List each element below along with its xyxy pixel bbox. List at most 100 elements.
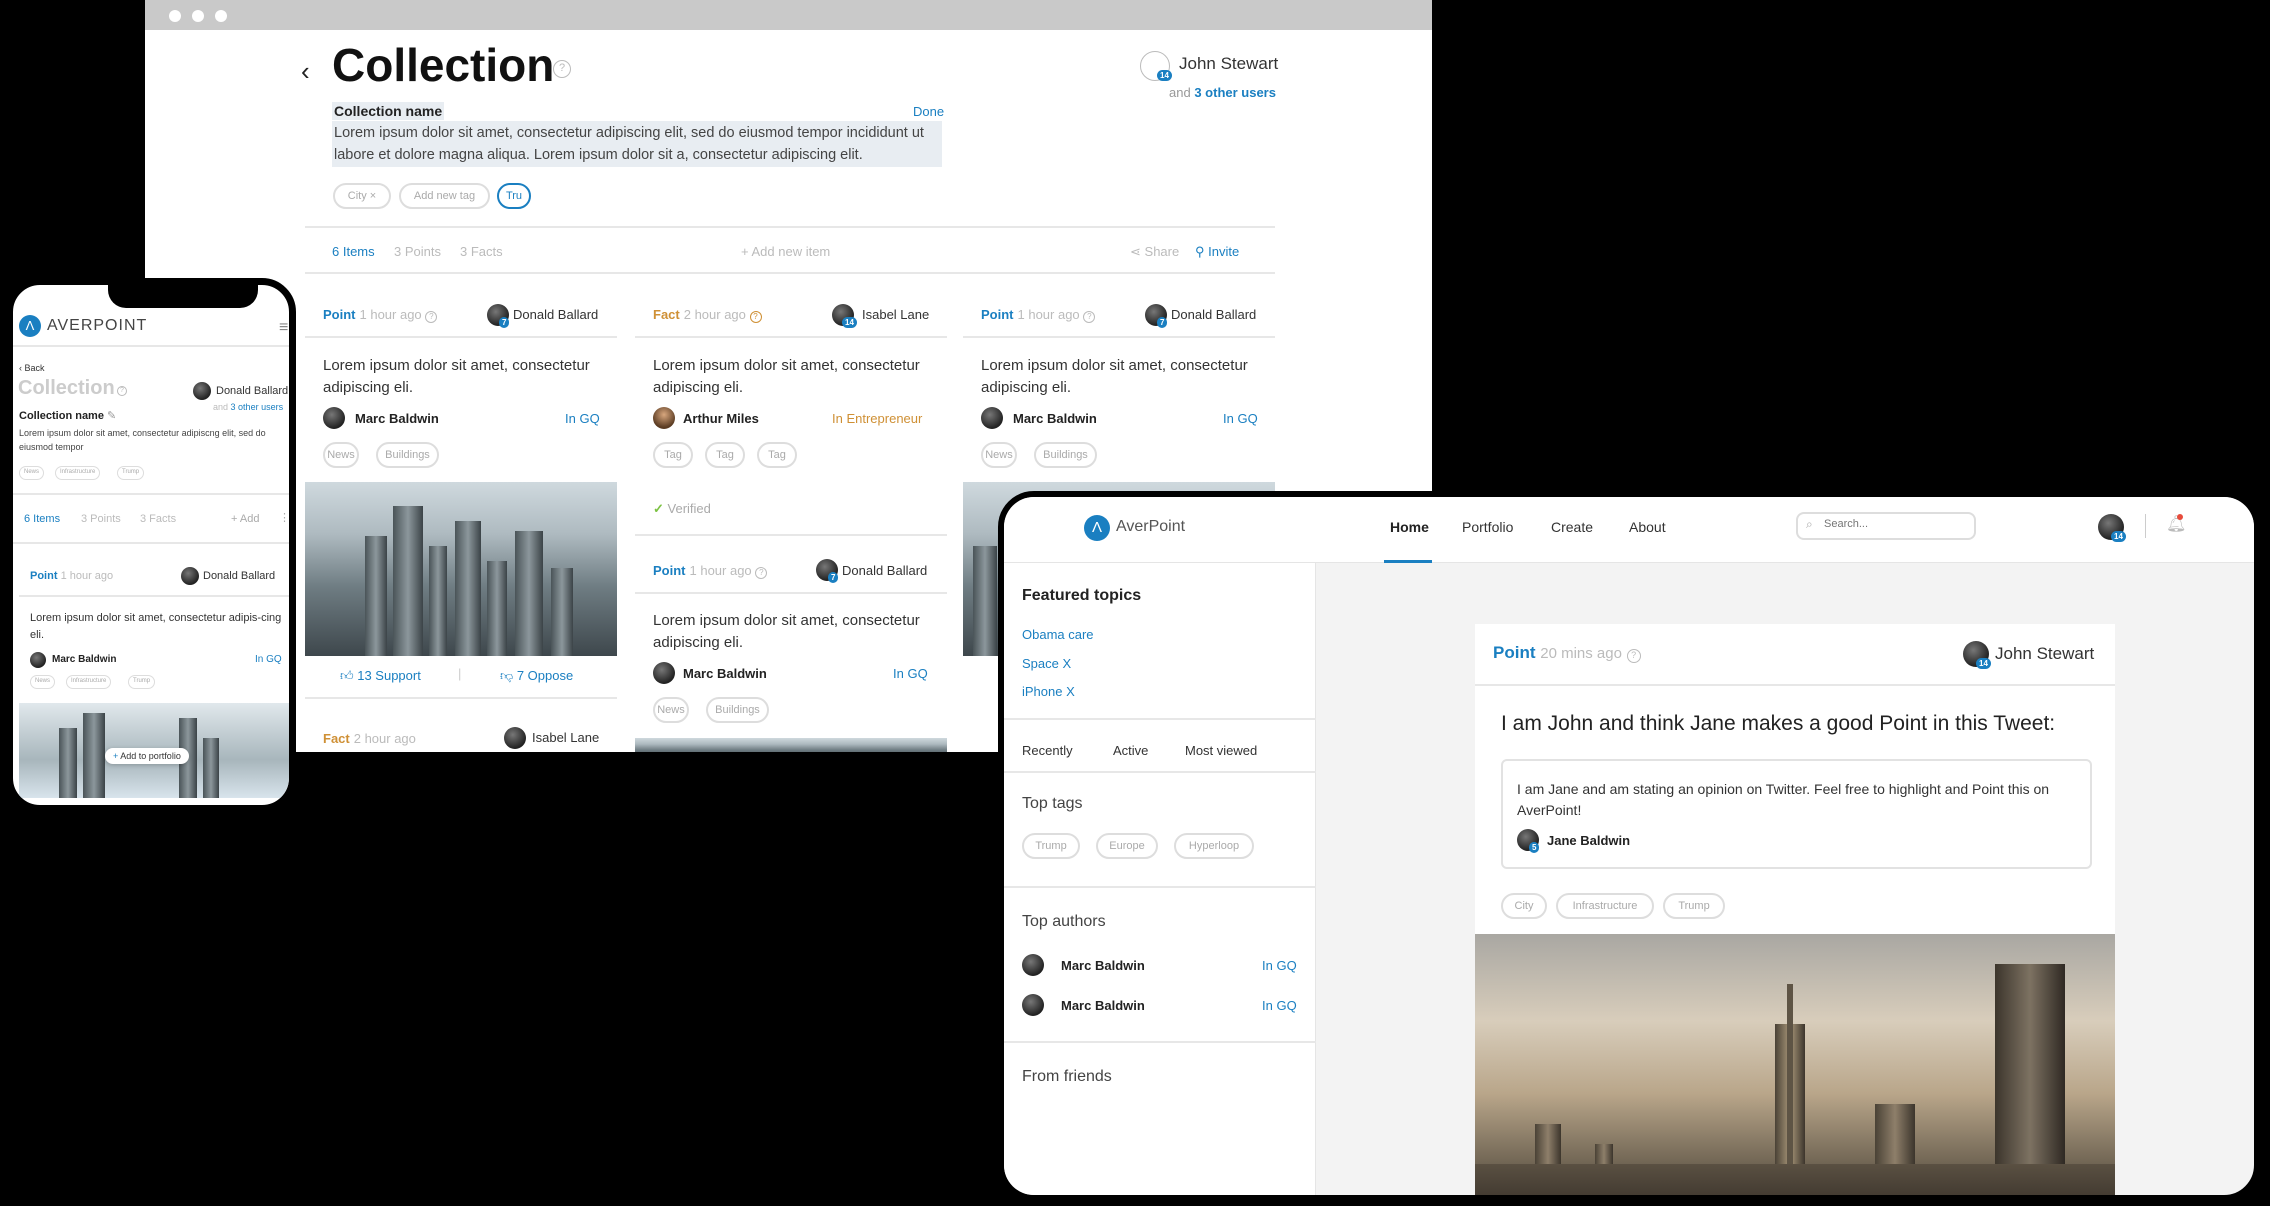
- collection-name-field[interactable]: Collection name ✎: [19, 409, 116, 422]
- nav-home[interactable]: Home: [1390, 519, 1429, 535]
- menu-icon[interactable]: ≡: [279, 319, 288, 337]
- tag[interactable]: Infrastructure: [1556, 893, 1654, 919]
- window-close-dot[interactable]: [169, 10, 181, 22]
- help-icon[interactable]: ?: [749, 311, 762, 323]
- bell-icon[interactable]: 🔔︎: [2166, 514, 2186, 534]
- edit-pencil-icon[interactable]: ✎: [107, 410, 116, 422]
- card-user[interactable]: Donald Ballard: [513, 307, 598, 322]
- tag-buildings[interactable]: Buildings: [376, 442, 439, 468]
- tag[interactable]: Europe: [1096, 833, 1158, 859]
- card-author[interactable]: Marc Baldwin: [683, 666, 767, 681]
- avatar[interactable]: [981, 407, 1003, 429]
- card-source[interactable]: In GQ: [1223, 411, 1258, 426]
- tab-points[interactable]: 3 Points: [394, 244, 441, 259]
- card-source[interactable]: In Entrepreneur: [832, 411, 922, 426]
- avatar[interactable]: 14: [832, 304, 857, 328]
- add-button[interactable]: + Add: [231, 513, 259, 525]
- tag-draft[interactable]: Tru: [497, 183, 531, 209]
- nav-about[interactable]: About: [1629, 519, 1666, 535]
- tag[interactable]: News: [30, 675, 56, 689]
- avatar[interactable]: [30, 652, 46, 668]
- avatar[interactable]: 7: [487, 304, 510, 328]
- avatar[interactable]: 5: [1517, 829, 1540, 853]
- card-source[interactable]: In GQ: [565, 411, 600, 426]
- avatar[interactable]: [323, 407, 345, 429]
- card-user[interactable]: Donald Ballard: [203, 570, 275, 582]
- support-button[interactable]: 👍︎ 13 Support: [340, 668, 421, 684]
- tag-buildings[interactable]: Buildings: [1034, 442, 1097, 468]
- tag-news[interactable]: News: [981, 442, 1017, 468]
- tab-items[interactable]: 6 Items: [332, 244, 375, 259]
- avatar[interactable]: [1022, 954, 1044, 976]
- oppose-button[interactable]: 👎︎ 7 Oppose: [500, 668, 573, 684]
- tag[interactable]: Trump: [1663, 893, 1725, 919]
- collection-description-field[interactable]: Lorem ipsum dolor sit amet, consectetur …: [332, 121, 942, 167]
- avatar[interactable]: [504, 727, 526, 749]
- featured-topic-link[interactable]: Space X: [1022, 656, 1071, 671]
- tag[interactable]: Trump: [128, 675, 156, 689]
- help-icon[interactable]: ?: [553, 60, 571, 78]
- tag[interactable]: Infrastructure: [66, 675, 112, 689]
- avatar[interactable]: 14: [2098, 514, 2126, 542]
- tag-news[interactable]: News: [653, 697, 689, 723]
- collection-name-field[interactable]: Collection name: [332, 102, 445, 120]
- averpoint-logo-icon[interactable]: Λ: [19, 315, 41, 337]
- back-chevron-icon[interactable]: ‹: [301, 56, 310, 87]
- averpoint-logo-icon[interactable]: Λ: [1084, 515, 1110, 541]
- card-author[interactable]: Marc Baldwin: [355, 411, 439, 426]
- search-box[interactable]: ⌕: [1796, 512, 1976, 540]
- author-source[interactable]: In GQ: [1262, 998, 1297, 1013]
- author-source[interactable]: In GQ: [1262, 958, 1297, 973]
- add-to-portfolio-button[interactable]: + Add to portfolio: [105, 748, 189, 764]
- card-author[interactable]: Arthur Miles: [683, 411, 759, 426]
- invite-button[interactable]: ⚲ Invite: [1195, 244, 1239, 260]
- avatar[interactable]: 14: [1963, 641, 1991, 669]
- card-source[interactable]: In GQ: [255, 654, 282, 665]
- avatar[interactable]: 7: [816, 559, 839, 583]
- tag[interactable]: Tag: [705, 442, 745, 468]
- tag[interactable]: News: [19, 466, 45, 480]
- tag[interactable]: Tag: [653, 442, 693, 468]
- other-users-link[interactable]: 3 other users: [231, 402, 284, 412]
- tab-items[interactable]: 6 Items: [24, 513, 60, 525]
- back-link[interactable]: ‹ Back: [19, 363, 45, 373]
- tag-city[interactable]: City ×: [333, 183, 391, 209]
- avatar[interactable]: [653, 407, 675, 429]
- avatar[interactable]: [653, 662, 675, 684]
- help-icon[interactable]: ?: [755, 567, 768, 579]
- other-users-link[interactable]: 3 other users: [1194, 85, 1276, 100]
- card-user[interactable]: Donald Ballard: [842, 563, 927, 578]
- author-name[interactable]: Marc Baldwin: [1061, 998, 1145, 1013]
- card-user[interactable]: Isabel Lane: [862, 307, 929, 322]
- tab-facts[interactable]: 3 Facts: [460, 244, 503, 259]
- tag[interactable]: City: [1501, 893, 1547, 919]
- card-user[interactable]: Isabel Lane: [532, 730, 599, 745]
- window-zoom-dot[interactable]: [215, 10, 227, 22]
- featured-topic-link[interactable]: Obama care: [1022, 627, 1094, 642]
- tag[interactable]: Hyperloop: [1174, 833, 1254, 859]
- avatar[interactable]: [193, 382, 211, 400]
- tag-news[interactable]: News: [323, 442, 359, 468]
- card-author[interactable]: Marc Baldwin: [52, 654, 116, 665]
- share-button[interactable]: ⋖ Share: [1130, 244, 1179, 260]
- help-icon[interactable]: ?: [1626, 649, 1641, 663]
- tag-buildings[interactable]: Buildings: [706, 697, 769, 723]
- featured-topic-link[interactable]: iPhone X: [1022, 684, 1075, 699]
- avatar[interactable]: [1022, 994, 1044, 1016]
- avatar[interactable]: 7: [1145, 304, 1168, 328]
- help-icon[interactable]: ?: [425, 311, 438, 323]
- quote-author[interactable]: Jane Baldwin: [1547, 833, 1630, 848]
- add-item-button[interactable]: + Add new item: [741, 244, 830, 259]
- tag[interactable]: Infrastructure: [55, 466, 101, 480]
- tab-points[interactable]: 3 Points: [81, 513, 121, 525]
- card-author[interactable]: Marc Baldwin: [1013, 411, 1097, 426]
- author-name[interactable]: Marc Baldwin: [1061, 958, 1145, 973]
- tag[interactable]: Trump: [1022, 833, 1080, 859]
- nav-create[interactable]: Create: [1551, 519, 1593, 535]
- avatar[interactable]: [181, 567, 199, 585]
- help-icon[interactable]: ?: [117, 386, 127, 396]
- more-icon[interactable]: ⋮: [279, 511, 289, 524]
- done-button[interactable]: Done: [913, 104, 944, 119]
- tab-facts[interactable]: 3 Facts: [140, 513, 176, 525]
- nav-portfolio[interactable]: Portfolio: [1462, 519, 1513, 535]
